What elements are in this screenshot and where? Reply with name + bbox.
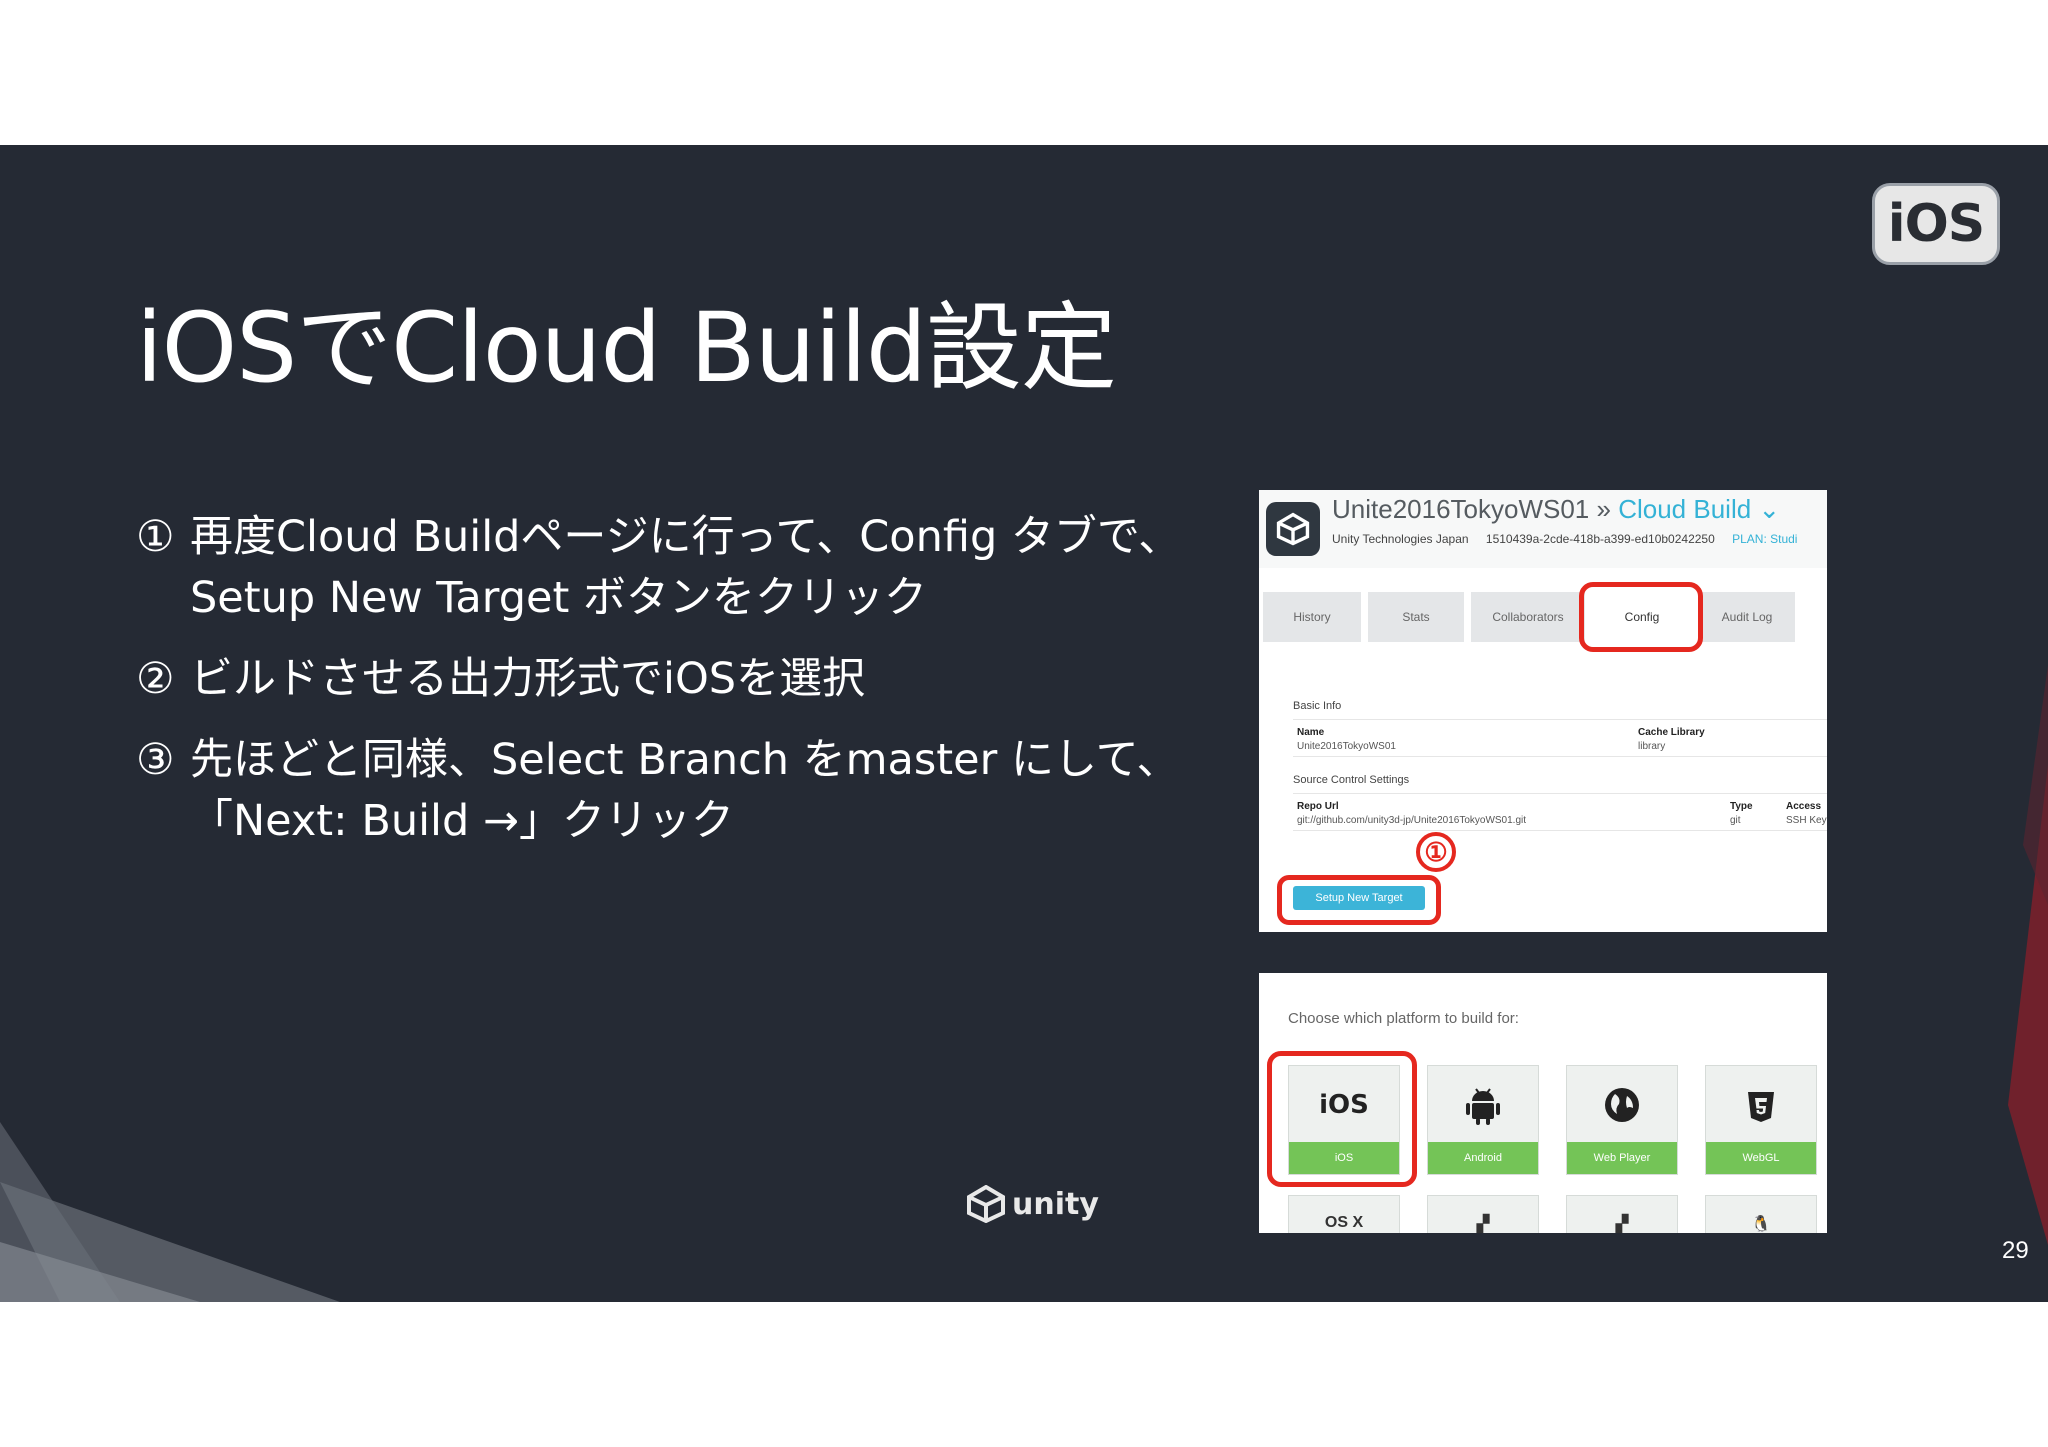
platform-label: WebGL bbox=[1706, 1142, 1816, 1174]
project-header: Unite2016TokyoWS01 » Cloud Build ⌄ Unity… bbox=[1259, 490, 1827, 568]
platform-label: Android bbox=[1428, 1142, 1538, 1174]
highlight-ios-tile bbox=[1267, 1051, 1417, 1187]
decorative-polygons-left bbox=[0, 1122, 340, 1302]
platform-tile-webgl[interactable]: WebGL bbox=[1705, 1065, 1817, 1175]
org-name: Unity Technologies Japan bbox=[1332, 532, 1469, 546]
tab-history[interactable]: History bbox=[1263, 592, 1361, 642]
divider bbox=[1293, 793, 1827, 794]
ios-badge-label: iOS bbox=[1887, 194, 1985, 254]
chevron-down-icon[interactable]: ⌄ bbox=[1758, 494, 1780, 524]
project-meta: Unity Technologies Japan 1510439a-2cde-4… bbox=[1332, 532, 1797, 546]
instruction-text: 先ほどと同様、Select Branch をmaster にして、 bbox=[190, 735, 1180, 785]
platform-prompt: Choose which platform to build for: bbox=[1288, 1010, 1519, 1027]
slide: iOSでCloud Build設定 iOS ① 再度Cloud Buildページ… bbox=[0, 145, 2048, 1302]
instruction-text: Setup New Target ボタンをクリック bbox=[190, 573, 927, 623]
instruction-text: 再度Cloud Buildページに行って、Config タブで、 bbox=[190, 512, 1182, 562]
unity-cube-icon bbox=[967, 1185, 1005, 1223]
cache-library-value: library bbox=[1638, 741, 1666, 752]
section-source-control: Source Control Settings bbox=[1293, 774, 1410, 786]
plan-label: PLAN: Studi bbox=[1732, 532, 1798, 546]
name-value: Unite2016TokyoWS01 bbox=[1297, 741, 1396, 752]
divider bbox=[1293, 830, 1827, 831]
platform-tile-android[interactable]: Android bbox=[1427, 1065, 1539, 1175]
access-value: SSH Key bbox=[1786, 815, 1827, 826]
type-label: Type bbox=[1730, 801, 1753, 812]
cache-library-label: Cache Library bbox=[1638, 727, 1705, 738]
platform-tile-linux[interactable]: 🐧 bbox=[1705, 1195, 1817, 1233]
access-label: Access bbox=[1786, 801, 1822, 812]
page-number: 29 bbox=[2002, 1237, 2029, 1264]
instruction-item: ① 再度Cloud Buildページに行って、Config タブで、 Setup… bbox=[136, 507, 1181, 629]
tab-bar: History Stats Collaborators Config Audit… bbox=[1259, 590, 1827, 644]
breadcrumb-separator: » bbox=[1596, 494, 1611, 524]
repo-url-label: Repo Url bbox=[1297, 801, 1339, 812]
tab-collaborators[interactable]: Collaborators bbox=[1471, 592, 1585, 642]
section-basic-info: Basic Info bbox=[1293, 700, 1342, 712]
tab-audit-log[interactable]: Audit Log bbox=[1699, 592, 1795, 642]
globe-icon bbox=[1567, 1066, 1677, 1144]
platform-label: Web Player bbox=[1567, 1142, 1677, 1174]
platform-picker-screenshot: Choose which platform to build for: iOS … bbox=[1259, 973, 1827, 1233]
type-value: git bbox=[1730, 815, 1741, 826]
repo-url-value: git://github.com/unity3d-jp/Unite2016Tok… bbox=[1297, 815, 1527, 826]
instruction-item: ② ビルドさせる出力形式でiOSを選択 bbox=[136, 649, 1181, 710]
instruction-text: ビルドさせる出力形式でiOSを選択 bbox=[190, 654, 866, 704]
slide-title: iOSでCloud Build設定 bbox=[136, 292, 1117, 404]
platform-tile-osx[interactable]: OS X bbox=[1288, 1195, 1400, 1233]
cloud-build-config-screenshot: Unite2016TokyoWS01 » Cloud Build ⌄ Unity… bbox=[1259, 490, 1827, 932]
name-label: Name bbox=[1297, 727, 1325, 738]
instruction-number: ② bbox=[136, 654, 175, 704]
platform-tile-web-player[interactable]: Web Player bbox=[1566, 1065, 1678, 1175]
linux-icon: 🐧 bbox=[1751, 1216, 1771, 1233]
instruction-number: ③ bbox=[136, 735, 175, 785]
highlight-config-tab bbox=[1579, 582, 1703, 652]
ios-badge-icon: iOS bbox=[1872, 183, 2000, 265]
tab-stats[interactable]: Stats bbox=[1368, 592, 1464, 642]
divider bbox=[1293, 756, 1827, 757]
unity-app-icon bbox=[1266, 502, 1320, 556]
decorative-polygons-right bbox=[2008, 665, 2048, 1245]
windows-icon: ▞ bbox=[1476, 1216, 1490, 1233]
instruction-text: 「Next: Build →」クリック bbox=[190, 796, 734, 846]
project-breadcrumb: Unite2016TokyoWS01 » Cloud Build ⌄ bbox=[1332, 494, 1780, 525]
platform-tile-windows[interactable]: ▞ bbox=[1427, 1195, 1539, 1233]
osx-label: OS X bbox=[1324, 1214, 1364, 1231]
android-icon bbox=[1428, 1066, 1538, 1144]
step-marker: ① bbox=[1416, 832, 1456, 872]
platform-tile-windows-store[interactable]: ▞ bbox=[1566, 1195, 1678, 1233]
instruction-number: ① bbox=[136, 512, 175, 562]
instruction-item: ③ 先ほどと同様、Select Branch をmaster にして、 「Nex… bbox=[136, 730, 1181, 852]
windows-icon: ▞ bbox=[1615, 1216, 1629, 1233]
project-name[interactable]: Unite2016TokyoWS01 bbox=[1332, 494, 1589, 524]
highlight-setup-button bbox=[1277, 875, 1441, 925]
project-id: 1510439a-2cde-418b-a399-ed10b0242250 bbox=[1485, 532, 1715, 546]
html5-icon bbox=[1706, 1066, 1816, 1144]
divider bbox=[1293, 719, 1827, 720]
product-name[interactable]: Cloud Build bbox=[1618, 494, 1751, 524]
instruction-list: ① 再度Cloud Buildページに行って、Config タブで、 Setup… bbox=[136, 507, 1181, 872]
unity-wordmark: unity bbox=[1012, 1186, 1099, 1222]
unity-logo: unity bbox=[966, 1185, 1099, 1223]
